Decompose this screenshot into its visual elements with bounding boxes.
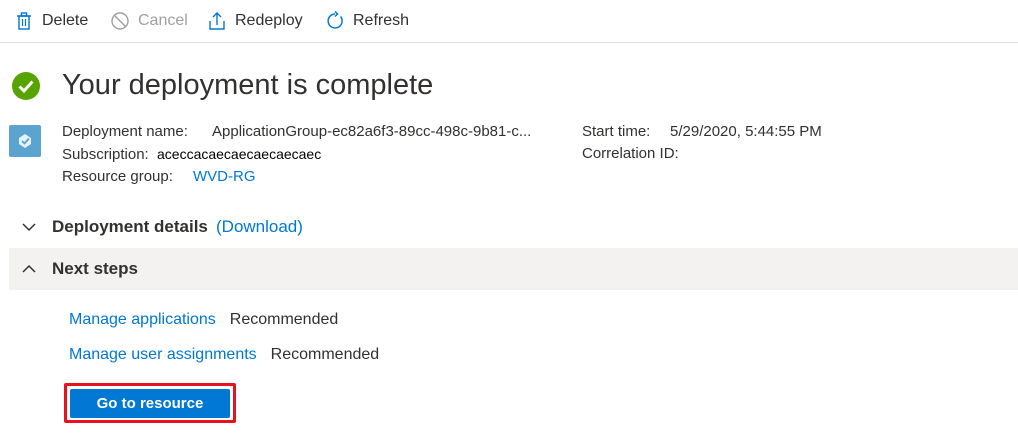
trash-icon (17, 12, 31, 30)
redeploy-button[interactable]: Redeploy (207, 8, 303, 34)
page-title: Your deployment is complete (62, 69, 434, 101)
next-steps-title: Next steps (52, 259, 138, 278)
delete-label: Delete (42, 12, 89, 29)
upload-icon (209, 12, 225, 30)
subscription-row: Subscription: aceccacaecaecaecaecaec (62, 143, 531, 166)
start-time-label: Start time: (582, 123, 651, 140)
cancel-button[interactable]: Cancel (110, 8, 188, 34)
redeploy-label: Redeploy (235, 12, 303, 29)
refresh-button[interactable]: Refresh (325, 8, 409, 34)
resource-group-label: Resource group: (62, 168, 173, 185)
start-time-row: Start time: 5/29/2020, 5:44:55 PM (582, 121, 822, 143)
download-link[interactable]: (Download) (216, 217, 303, 237)
next-steps-section[interactable]: Next steps (9, 248, 1018, 290)
next-step-item: Manage user assignments Recommended (69, 346, 379, 364)
correlation-id-label: Correlation ID: (582, 145, 679, 162)
manage-applications-link[interactable]: Manage applications (69, 311, 216, 329)
start-time-value: 5/29/2020, 5:44:55 PM (670, 123, 822, 140)
next-step-item: Manage applications Recommended (69, 311, 338, 329)
deployment-overview: Delete Cancel Redeploy Refresh Your depl… (0, 0, 1018, 447)
subscription-value: aceccacaecaecaecaecaec (157, 146, 322, 162)
chevron-up-icon (22, 264, 36, 273)
refresh-label: Refresh (353, 12, 410, 29)
cancel-label: Cancel (138, 12, 188, 29)
delete-button[interactable]: Delete (14, 8, 88, 34)
check-circle-icon (12, 72, 40, 100)
correlation-id-row: Correlation ID: (582, 143, 822, 165)
deployment-summary-right: Start time: 5/29/2020, 5:44:55 PM Correla… (582, 121, 822, 165)
chevron-down-icon (22, 223, 36, 232)
refresh-icon (327, 11, 343, 29)
manage-user-assignments-link[interactable]: Manage user assignments (69, 346, 257, 364)
subscription-label: Subscription: (62, 146, 149, 163)
deployment-cube-icon (9, 125, 41, 157)
command-bar: Delete Cancel Redeploy Refresh (0, 0, 1018, 43)
resource-group-link[interactable]: WVD-RG (193, 168, 256, 185)
recommended-label: Recommended (229, 311, 339, 328)
deployment-details-section[interactable]: Deployment details (Download) (9, 206, 1018, 248)
recommended-label: Recommended (270, 346, 380, 363)
resource-group-row: Resource group: WVD-RG (62, 166, 531, 188)
deployment-name-value: ApplicationGroup-ec82a6f3-89cc-498c-9b81… (212, 123, 532, 140)
title-row: Your deployment is complete (12, 66, 433, 106)
cancel-icon (111, 12, 129, 30)
deployment-details-title: Deployment details (52, 217, 208, 236)
deployment-name-row: Deployment name: ApplicationGroup-ec82a6f… (62, 121, 531, 143)
go-to-resource-button[interactable]: Go to resource (70, 389, 230, 418)
deployment-name-label: Deployment name: (62, 123, 188, 140)
deployment-summary-left: Deployment name: ApplicationGroup-ec82a6f… (62, 121, 531, 188)
